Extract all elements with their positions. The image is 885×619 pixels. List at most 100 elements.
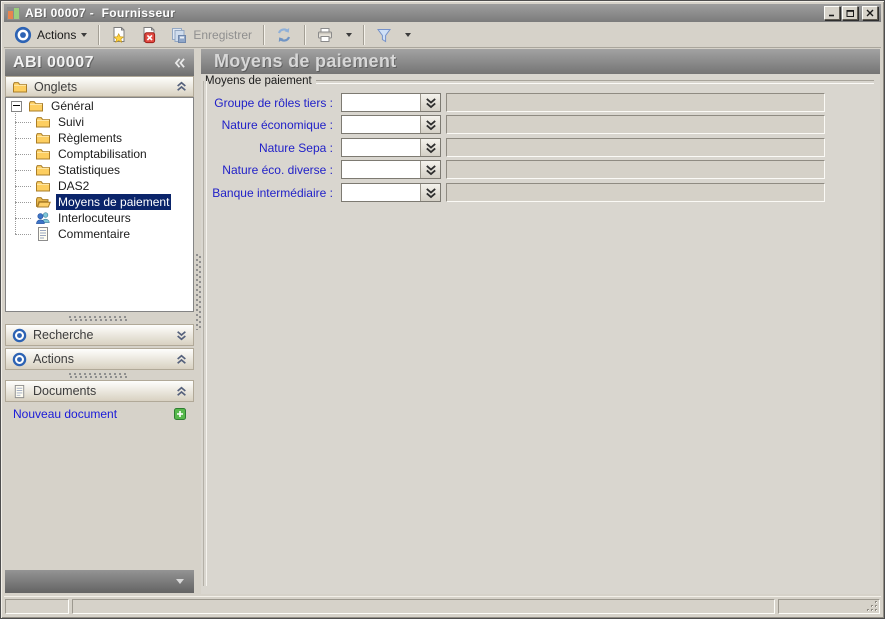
close-button[interactable] [862, 6, 878, 20]
save-icon [170, 26, 188, 44]
groupbox-left-border [203, 81, 206, 586]
combo-nature-eco-diverse[interactable] [341, 160, 441, 179]
field-display [446, 93, 825, 112]
chevron-double-left-icon [174, 57, 186, 69]
tree-item-commentaire[interactable]: Commentaire [6, 226, 193, 242]
note-icon [12, 384, 27, 399]
chevron-down-icon [405, 33, 411, 37]
field-display [446, 183, 825, 202]
toolbar-separator [98, 25, 99, 45]
delete-button[interactable] [134, 23, 164, 47]
field-label: Groupe de rôles tiers : [209, 96, 333, 110]
panel-label: Documents [33, 384, 176, 398]
tree-item-comptabilisation[interactable]: Comptabilisation [6, 146, 193, 162]
combo-input[interactable] [342, 94, 420, 111]
combo-input[interactable] [342, 139, 420, 156]
panel-label: Actions [33, 352, 176, 366]
tree-item-suivi[interactable]: Suivi [6, 114, 193, 130]
new-document-button[interactable] [104, 23, 134, 47]
field-label: Banque intermédiaire : [209, 186, 333, 200]
panel-header-onglets[interactable]: Onglets [5, 76, 194, 97]
filter-button[interactable] [369, 23, 399, 47]
minimize-button[interactable] [824, 6, 840, 20]
combo-nature-economique[interactable] [341, 115, 441, 134]
target-icon [14, 26, 32, 44]
sidebar-bottom-selector[interactable] [5, 570, 194, 593]
new-document-icon [110, 26, 128, 44]
actions-menu-button[interactable]: Actions [8, 23, 93, 47]
panel-label: Recherche [33, 328, 176, 342]
panel-splitter[interactable] [5, 373, 194, 378]
tree-item-general[interactable]: Général [6, 98, 193, 114]
tree-item-reglements[interactable]: Règlements [6, 130, 193, 146]
main-content: Moyens de paiement Moyens de paiement Gr… [201, 49, 880, 594]
status-panel-3 [778, 599, 880, 614]
filter-icon [375, 26, 393, 44]
chevron-down-icon [176, 579, 184, 584]
plus-icon[interactable] [174, 408, 186, 420]
save-button[interactable]: Enregistrer [164, 23, 258, 47]
combo-groupe-de-roles-tiers[interactable] [341, 93, 441, 112]
panel-header-recherche[interactable]: Recherche [5, 324, 194, 346]
groupbox-label: Moyens de paiement [205, 75, 312, 87]
tree-item-moyens-de-paiement[interactable]: Moyens de paiement [6, 194, 193, 210]
tree-item-das2[interactable]: DAS2 [6, 178, 193, 194]
new-document-link[interactable]: Nouveau document [13, 407, 174, 421]
sidebar-collapse-button[interactable] [174, 57, 186, 69]
status-panel-1 [5, 599, 69, 614]
chevron-double-down-icon[interactable] [420, 139, 440, 156]
sidebar: ABI 00007 Onglets Général Suivi Règlemen… [5, 49, 194, 594]
app-window: ABI 00007 - Fournisseur Actions Enregist… [0, 0, 885, 619]
print-button[interactable] [310, 23, 340, 47]
folder-icon [35, 130, 51, 146]
combo-input[interactable] [342, 161, 420, 178]
folder-icon [35, 178, 51, 194]
chevron-down-icon [346, 33, 352, 37]
panel-header-documents[interactable]: Documents [5, 380, 194, 402]
chevron-double-down-icon[interactable] [420, 94, 440, 111]
folder-icon [35, 146, 51, 162]
chevron-double-down-icon[interactable] [420, 116, 440, 133]
chevron-double-down-icon[interactable] [420, 161, 440, 178]
folder-open-icon [35, 194, 51, 210]
statusbar [4, 596, 881, 615]
toolbar: Actions Enregistrer [4, 22, 881, 48]
panel-header-actions[interactable]: Actions [5, 348, 194, 370]
combo-input[interactable] [342, 184, 420, 201]
actions-menu-label: Actions [37, 28, 76, 42]
chevron-double-up-icon [176, 81, 187, 92]
chevron-double-down-icon[interactable] [420, 184, 440, 201]
toolbar-separator [363, 25, 364, 45]
maximize-button[interactable] [842, 6, 858, 20]
groupbox-header: Moyens de paiement [205, 75, 874, 87]
window-title: ABI 00007 - Fournisseur [25, 6, 822, 20]
field-label: Nature Sepa : [209, 141, 333, 155]
tree-collapse-icon[interactable] [11, 101, 22, 112]
onglets-tree: Général Suivi Règlements Comptabilisatio… [5, 97, 194, 312]
sidebar-splitter[interactable] [194, 49, 201, 594]
chevron-double-up-icon [176, 386, 187, 397]
resize-grip[interactable] [866, 600, 879, 613]
panel-splitter[interactable] [5, 316, 194, 321]
tree-item-interlocuteurs[interactable]: Interlocuteurs [6, 210, 193, 226]
folder-icon [28, 98, 44, 114]
delete-icon [140, 26, 158, 44]
save-button-label: Enregistrer [193, 28, 252, 42]
field-display [446, 160, 825, 179]
target-icon [12, 328, 27, 343]
print-dropdown-button[interactable] [340, 30, 358, 40]
page-title: Moyens de paiement [201, 49, 880, 74]
target-icon [12, 352, 27, 367]
refresh-button[interactable] [269, 23, 299, 47]
folder-icon [12, 79, 28, 95]
documents-panel-body: Nouveau document [5, 405, 194, 423]
groupbox-line [316, 80, 874, 84]
printer-icon [316, 26, 334, 44]
combo-banque-intermediaire[interactable] [341, 183, 441, 202]
sidebar-header: ABI 00007 [5, 49, 194, 76]
combo-input[interactable] [342, 116, 420, 133]
tree-item-statistiques[interactable]: Statistiques [6, 162, 193, 178]
note-icon [35, 226, 51, 242]
filter-dropdown-button[interactable] [399, 30, 417, 40]
combo-nature-sepa[interactable] [341, 138, 441, 157]
